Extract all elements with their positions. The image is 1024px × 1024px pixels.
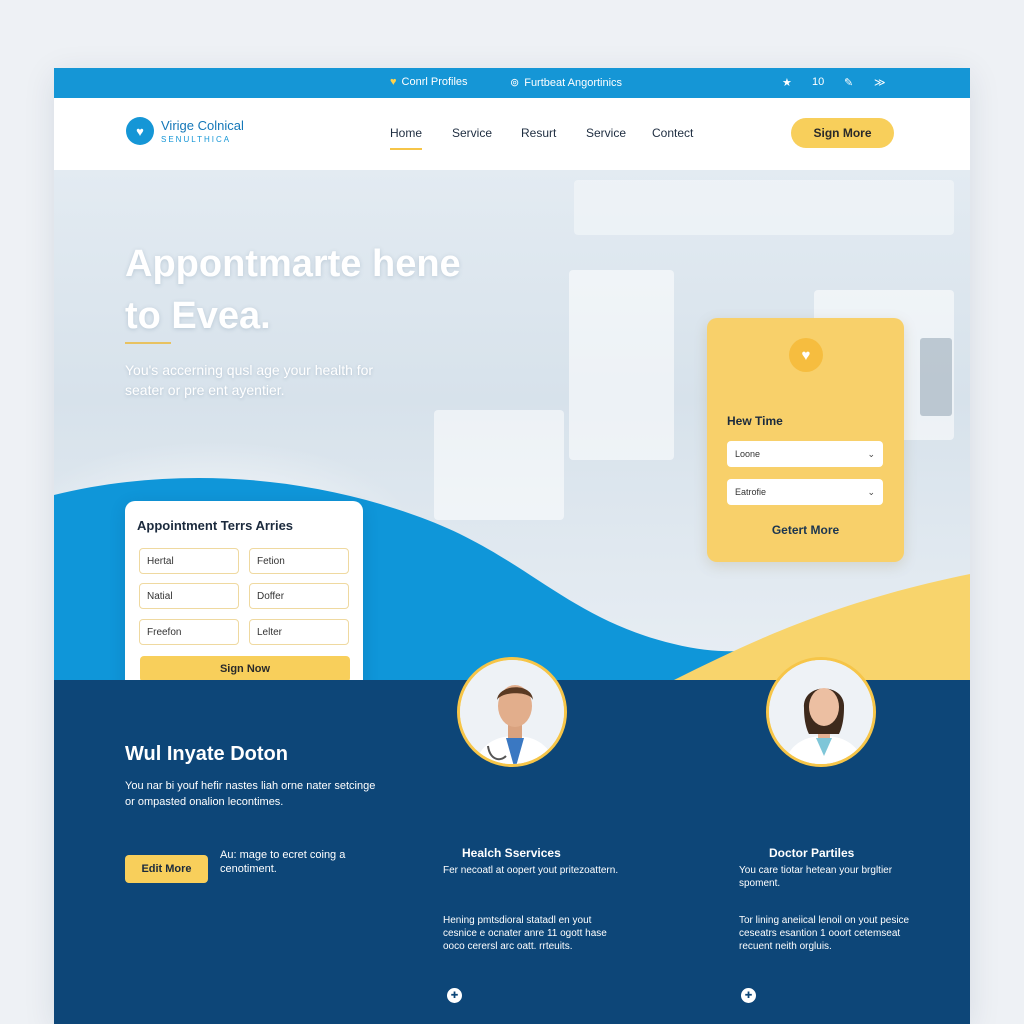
edit-more-button[interactable]: Edit More [125,855,208,883]
doctor-badge-icon[interactable]: ✚ [741,988,756,1003]
nav-link-service-2[interactable]: Service [586,126,626,140]
hero-section: Appontmarte hene to Evea. You's accernin… [54,170,970,680]
getert-more-link[interactable]: Getert More [707,523,904,537]
star-icon-button[interactable]: ★ [782,76,792,89]
doctor-badge-icon[interactable]: ✚ [447,988,462,1003]
heart-icon: ♥ [390,76,397,88]
sign-more-button[interactable]: Sign More [791,118,894,148]
edit-icon-button[interactable]: ✎ [844,76,853,89]
form-field-natial[interactable] [139,583,239,609]
female-doctor-avatar [766,657,876,767]
time-select-1-value: Loone [735,449,761,459]
topbar-profiles-label: Conrl Profiles [401,76,468,88]
location-icon: ⊚ [510,77,520,89]
star-icon: ★ [782,77,792,89]
share-icon-button[interactable]: ≫ [874,76,886,89]
brand-logo[interactable]: ♥ Virige Colnical SENULTHICA [126,117,244,145]
column-2-title: Doctor Partiles [769,846,855,860]
appointment-form-card: Appointment Terrs Arries Sign Now [125,501,363,680]
nav-link-resurt[interactable]: Resurt [521,126,556,140]
appointment-form-heading: Appointment Terrs Arries [137,518,294,533]
form-field-fetion[interactable] [249,548,349,574]
form-field-hertal[interactable] [139,548,239,574]
info-section: Wul Inyate Doton You nar bi youf hefir n… [54,657,970,1024]
nav-link-contect[interactable]: Contect [652,126,693,140]
female-doctor-portrait [769,660,873,764]
chevron-down-icon: ⌄ [867,449,875,459]
form-field-doffer[interactable] [249,583,349,609]
topbar-location-link[interactable]: ⊚ Furtbeat Angortinics [510,76,623,90]
nav-link-home[interactable]: Home [390,126,423,150]
nav-link-service[interactable]: Service [452,126,492,140]
top-utility-bar: ♥ Conrl Profiles ⊚ Furtbeat Angortinics … [54,68,970,98]
topbar-count: 10 [812,76,825,88]
brand-tagline: SENULTHICA [161,134,232,144]
column-2-text-1: You care tiotar hetean your brgltier spo… [739,865,893,889]
page: ♥ Conrl Profiles ⊚ Furtbeat Angortinics … [54,68,970,1024]
male-doctor-avatar [457,657,567,767]
time-selection-card: ♥ Hew Time Loone ⌄ Eatrofie ⌄ Getert Mor… [707,318,904,562]
column-1-text-2: Hening pmtsdioral statadl en yout cesnic… [443,915,607,952]
column-2-text-2: Tor lining aneiical lenoil on yout pesic… [739,915,910,952]
form-field-freefon[interactable] [139,619,239,645]
section-note: Au: mage to ecret coing a cenotiment. [220,849,346,875]
main-navigation: ♥ Virige Colnical SENULTHICA Home Servic… [54,98,970,170]
topbar-profiles-link[interactable]: ♥ Conrl Profiles [390,76,468,88]
section-description: You nar bi youf hefir nastes liah orne n… [125,780,376,808]
time-card-heading: Hew Time [727,414,783,428]
time-select-2[interactable]: Eatrofie ⌄ [727,479,883,505]
edit-icon: ✎ [844,77,854,89]
form-field-lelter[interactable] [249,619,349,645]
time-select-1[interactable]: Loone ⌄ [727,441,883,467]
brand-name: Virige Colnical [161,117,244,133]
topbar-location-label: Furtbeat Angortinics [524,76,623,89]
sign-now-button[interactable]: Sign Now [140,656,350,680]
column-1-text-1: Fer necoatl at oopert yout pritezoattern… [443,865,619,876]
chevron-down-icon: ⌄ [867,487,875,497]
heart-hand-logo-icon: ♥ [126,117,154,145]
male-doctor-portrait [460,660,564,764]
column-1-title: Healch Sservices [462,846,561,860]
section-title: Wul Inyate Doton [125,743,288,765]
share-icon: ≫ [874,77,886,89]
time-select-2-value: Eatrofie [735,487,767,497]
care-hand-icon: ♥ [789,338,823,372]
